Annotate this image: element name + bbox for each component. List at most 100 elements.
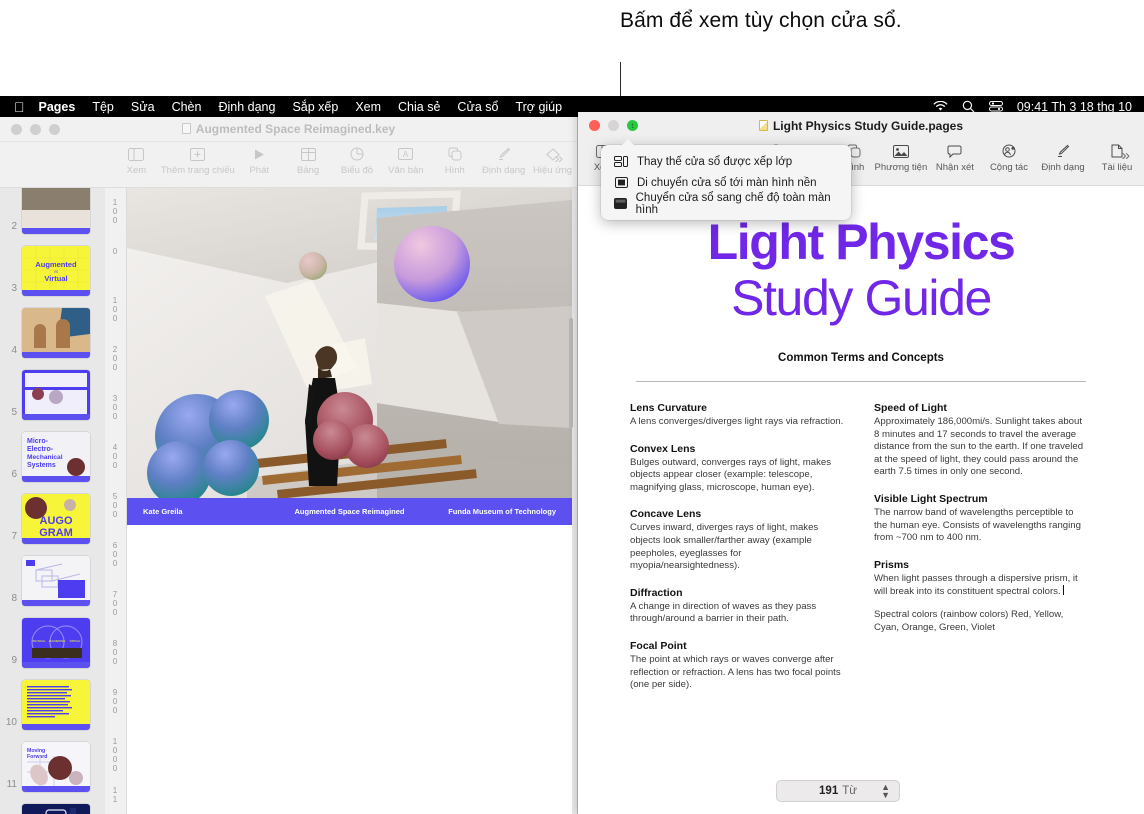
glossary-term-heading: Visible Light Spectrum bbox=[874, 493, 1088, 505]
slide-footer-title: Augmented Space Reimagined bbox=[127, 507, 572, 516]
toolbar-button-comment[interactable]: Nhận xét bbox=[928, 139, 982, 173]
toolbar-button-table[interactable]: Bảng bbox=[284, 142, 333, 176]
toolbar-button-play[interactable]: Phát bbox=[235, 142, 284, 176]
slide-thumbnail-item[interactable]: 3AugmentedVSVirtual bbox=[0, 234, 105, 296]
view-sidebar-icon bbox=[128, 145, 144, 163]
toolbar-button-animate[interactable]: Hiệu ứng bbox=[528, 142, 577, 176]
pages-document-area[interactable]: Light Physics Study Guide Common Terms a… bbox=[578, 186, 1144, 814]
slide-thumbnail[interactable]: AUGOGRAM bbox=[22, 494, 90, 544]
ruler-tick: 500 bbox=[107, 492, 123, 519]
toolbar-button-format[interactable]: Định dạng bbox=[1036, 139, 1090, 173]
glossary-term: Focal PointThe point at which rays or wa… bbox=[630, 640, 844, 692]
toolbar-label-comment: Nhận xét bbox=[936, 162, 974, 173]
document-page[interactable]: Light Physics Study Guide Common Terms a… bbox=[578, 186, 1144, 814]
collaborate-icon bbox=[1001, 142, 1017, 160]
slide-thumbnail[interactable] bbox=[22, 188, 90, 234]
toolbar-label-play: Phát bbox=[249, 165, 269, 176]
keynote-traffic-lights[interactable] bbox=[0, 124, 60, 135]
comment-icon bbox=[947, 142, 962, 160]
menu-item-enter-fullscreen[interactable]: Chuyển cửa sổ sang chế độ toàn màn hình bbox=[601, 193, 851, 214]
slide-thumbnail-item[interactable]: 5 bbox=[0, 358, 105, 420]
pages-document-icon bbox=[759, 120, 768, 131]
add-slide-icon bbox=[190, 145, 205, 163]
word-count-badge[interactable]: 191 Từ ▲▼ bbox=[776, 780, 900, 802]
apple-logo-icon[interactable]:  bbox=[14, 100, 25, 114]
vertical-ruler[interactable]: 1000100200300400500600700800900100011 bbox=[105, 188, 127, 814]
keynote-window[interactable]: Augmented Space Reimagined.key Xem Thêm … bbox=[0, 117, 578, 814]
canvas-scrollbar[interactable] bbox=[569, 318, 573, 428]
slide-thumbnail[interactable]: Micro-Electro-MechanicalSystems bbox=[22, 432, 90, 482]
slide-thumbnail[interactable] bbox=[22, 308, 90, 358]
menu-item-tile-window[interactable]: Thay thế cửa sổ được xếp lớp bbox=[601, 151, 851, 172]
menu-item-window[interactable]: Cửa sổ bbox=[457, 100, 498, 114]
menu-item-format[interactable]: Định dạng bbox=[218, 100, 275, 114]
slide-thumbnail[interactable]: PHYSICALAUGMENTEDVIRTUAL bbox=[22, 618, 90, 668]
toolbar-label-table: Bảng bbox=[297, 165, 319, 176]
menu-item-help[interactable]: Trợ giúp bbox=[515, 100, 562, 114]
slide-thumbnail-item[interactable]: 11MovingForward bbox=[0, 730, 105, 792]
keynote-toolbar[interactable]: Xem Thêm trang chiếu Phát Bảng Biểu đồ A… bbox=[0, 142, 577, 188]
menu-item-edit[interactable]: Sửa bbox=[131, 100, 155, 114]
slide-photo[interactable] bbox=[127, 188, 572, 498]
slide-number: 10 bbox=[0, 717, 22, 730]
keynote-canvas-area: 1000100200300400500600700800900100011 bbox=[105, 188, 577, 814]
close-button[interactable] bbox=[11, 124, 22, 135]
ruler-tick: 100 bbox=[107, 198, 123, 225]
svg-text:Electro-: Electro- bbox=[27, 446, 54, 453]
toolbar-button-collaborate[interactable]: Cộng tác bbox=[982, 139, 1036, 173]
slide-thumbnail[interactable] bbox=[22, 804, 90, 814]
slide-thumbnail-item[interactable]: 2 bbox=[0, 188, 105, 234]
document-right-column[interactable]: Speed of LightApproximately 186,000mi/s.… bbox=[874, 402, 1088, 706]
slide-thumbnail[interactable]: MovingForward bbox=[22, 742, 90, 792]
glossary-term-body: Bulges outward, converges rays of light,… bbox=[630, 457, 844, 495]
menu-item-move-to-desktop[interactable]: Di chuyển cửa sổ tới màn hình nền bbox=[601, 172, 851, 193]
toolbar-label-add-slide: Thêm trang chiếu bbox=[161, 165, 235, 176]
document-title[interactable]: Light Physics Study Guide bbox=[630, 214, 1092, 326]
svg-text:Systems: Systems bbox=[27, 462, 56, 469]
pages-title-bar[interactable]: ↕ Light Physics Study Guide.pages bbox=[578, 112, 1144, 139]
document-title-line2: Study Guide bbox=[630, 270, 1092, 326]
toolbar-button-add-slide[interactable]: Thêm trang chiếu bbox=[161, 142, 235, 176]
slide-thumbnail-item[interactable]: 4 bbox=[0, 296, 105, 358]
toolbar-button-shape[interactable]: Hình bbox=[430, 142, 479, 176]
toolbar-button-view[interactable]: Xem bbox=[112, 142, 161, 176]
slide-thumbnail[interactable] bbox=[22, 370, 90, 420]
maximize-button[interactable] bbox=[49, 124, 60, 135]
slide-thumbnail[interactable] bbox=[22, 556, 90, 606]
control-center-icon[interactable] bbox=[989, 101, 1003, 112]
slide-thumbnail-item[interactable]: 6Micro-Electro-MechanicalSystems bbox=[0, 420, 105, 482]
keynote-title-bar[interactable]: Augmented Space Reimagined.key bbox=[0, 117, 577, 142]
ruler-tick: 0 bbox=[107, 247, 123, 256]
toolbar-button-format[interactable]: Định dạng bbox=[479, 142, 528, 176]
svg-text:Augmented: Augmented bbox=[35, 260, 77, 269]
svg-text:AUGO: AUGO bbox=[40, 515, 73, 527]
menu-item-arrange[interactable]: Sắp xếp bbox=[292, 100, 338, 114]
media-icon bbox=[893, 142, 909, 160]
slide-thumbnail-item[interactable]: 8 bbox=[0, 544, 105, 606]
document-left-column[interactable]: Lens CurvatureA lens converges/diverges … bbox=[630, 402, 844, 706]
slide-thumbnail-item[interactable]: 10 bbox=[0, 668, 105, 730]
menu-item-pages[interactable]: Pages bbox=[39, 100, 76, 114]
slide-thumbnail-item[interactable]: 12 bbox=[0, 792, 105, 814]
menu-item-share[interactable]: Chia sẻ bbox=[398, 100, 440, 114]
menu-item-file[interactable]: Tệp bbox=[92, 100, 114, 114]
slide-thumbnail[interactable] bbox=[22, 680, 90, 730]
slide-number: 5 bbox=[0, 407, 22, 420]
chevron-double-right-icon[interactable]: » bbox=[1122, 147, 1130, 164]
window-options-menu[interactable]: Thay thế cửa sổ được xếp lớp Di chuyển c… bbox=[601, 145, 851, 220]
menu-item-insert[interactable]: Chèn bbox=[172, 100, 202, 114]
slide-navigator[interactable]: 23AugmentedVSVirtual4 56Micro-Electro-Mec… bbox=[0, 188, 105, 814]
toolbar-button-document[interactable]: Tài liệu bbox=[1090, 139, 1144, 173]
chevron-double-right-icon[interactable]: » bbox=[555, 150, 563, 167]
document-columns: Lens CurvatureA lens converges/diverges … bbox=[630, 402, 1092, 706]
word-count-stepper[interactable]: ▲▼ bbox=[881, 783, 890, 799]
slide-thumbnail-item[interactable]: 9PHYSICALAUGMENTEDVIRTUAL bbox=[0, 606, 105, 668]
slide-thumbnail[interactable]: AugmentedVSVirtual bbox=[22, 246, 90, 296]
toolbar-button-text[interactable]: A Văn bản bbox=[381, 142, 430, 176]
menu-item-view[interactable]: Xem bbox=[355, 100, 381, 114]
slide-thumbnail-item[interactable]: 7AUGOGRAM bbox=[0, 482, 105, 544]
toolbar-button-media[interactable]: Phương tiện bbox=[874, 139, 928, 173]
wifi-icon[interactable] bbox=[933, 101, 948, 112]
minimize-button[interactable] bbox=[30, 124, 41, 135]
toolbar-button-chart[interactable]: Biểu đồ bbox=[333, 142, 382, 176]
